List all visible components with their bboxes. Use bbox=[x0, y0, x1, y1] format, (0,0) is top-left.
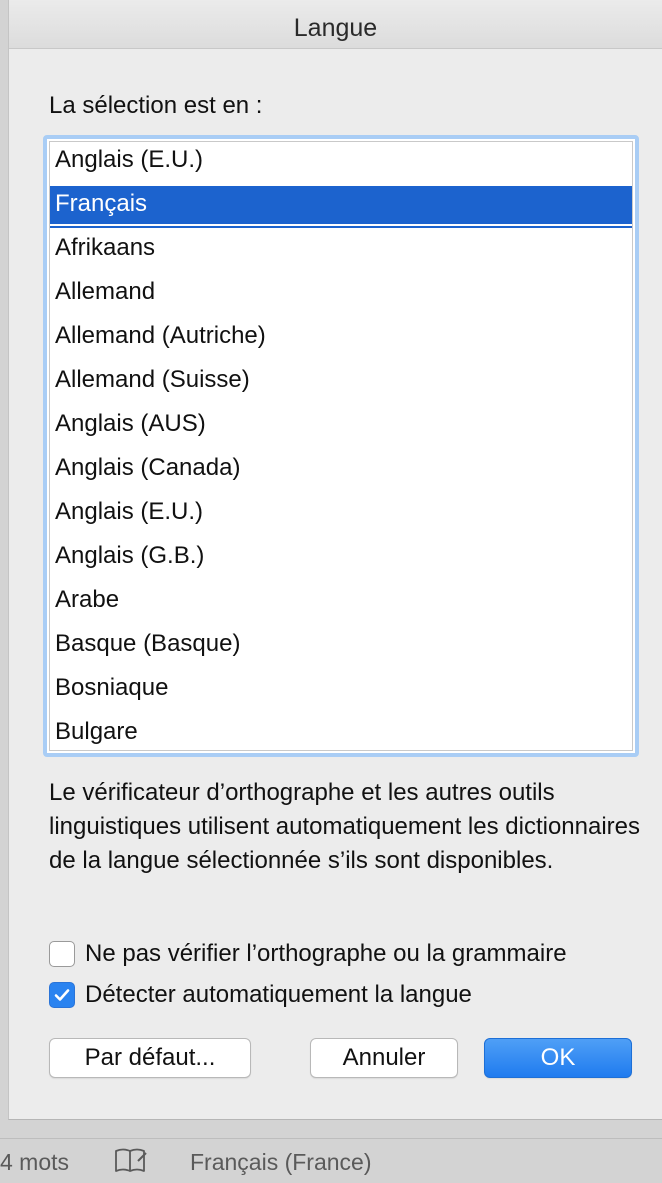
language-item[interactable]: Anglais (E.U.) bbox=[50, 494, 632, 538]
no-spellcheck-row[interactable]: Ne pas vérifier l’orthographe ou la gram… bbox=[49, 940, 567, 968]
language-item-selected[interactable]: Français bbox=[50, 186, 632, 228]
info-text: Le vérificateur d’orthographe et les aut… bbox=[49, 779, 640, 874]
statusbar-language[interactable]: Français (France) bbox=[190, 1149, 371, 1176]
language-item[interactable]: Basque (Basque) bbox=[50, 626, 632, 670]
selection-label: La sélection est en : bbox=[49, 92, 263, 119]
proofing-icon[interactable] bbox=[114, 1147, 148, 1181]
language-item[interactable]: Bulgare bbox=[50, 714, 632, 753]
language-listbox[interactable]: Anglais (E.U.) Français Afrikaans Allema… bbox=[43, 135, 639, 757]
ok-button[interactable]: OK bbox=[484, 1038, 632, 1078]
checkmark-icon bbox=[54, 989, 70, 1001]
language-item[interactable]: Allemand bbox=[50, 274, 632, 318]
default-button[interactable]: Par défaut... bbox=[49, 1038, 251, 1078]
cancel-button[interactable]: Annuler bbox=[310, 1038, 458, 1078]
language-item[interactable]: Anglais (Canada) bbox=[50, 450, 632, 494]
detect-language-label[interactable]: Détecter automatiquement la langue bbox=[85, 981, 472, 1009]
dialog-title: Langue bbox=[9, 0, 662, 49]
language-item[interactable]: Arabe bbox=[50, 582, 632, 626]
language-item[interactable]: Allemand (Autriche) bbox=[50, 318, 632, 362]
language-dialog: Langue La sélection est en : Anglais (E.… bbox=[8, 0, 662, 1120]
language-item[interactable]: Anglais (G.B.) bbox=[50, 538, 632, 582]
detect-language-row[interactable]: Détecter automatiquement la langue bbox=[49, 981, 472, 1009]
language-item[interactable]: Anglais (E.U.) bbox=[50, 142, 632, 186]
word-count[interactable]: 4 mots bbox=[0, 1149, 69, 1176]
language-item[interactable]: Anglais (AUS) bbox=[50, 406, 632, 450]
language-item[interactable]: Afrikaans bbox=[50, 230, 632, 274]
statusbar: 4 mots Français (France) bbox=[0, 1138, 662, 1183]
detect-language-checkbox[interactable] bbox=[49, 982, 75, 1008]
no-spellcheck-checkbox[interactable] bbox=[49, 941, 75, 967]
no-spellcheck-label[interactable]: Ne pas vérifier l’orthographe ou la gram… bbox=[85, 940, 567, 968]
language-item[interactable]: Bosniaque bbox=[50, 670, 632, 714]
language-item[interactable]: Allemand (Suisse) bbox=[50, 362, 632, 406]
